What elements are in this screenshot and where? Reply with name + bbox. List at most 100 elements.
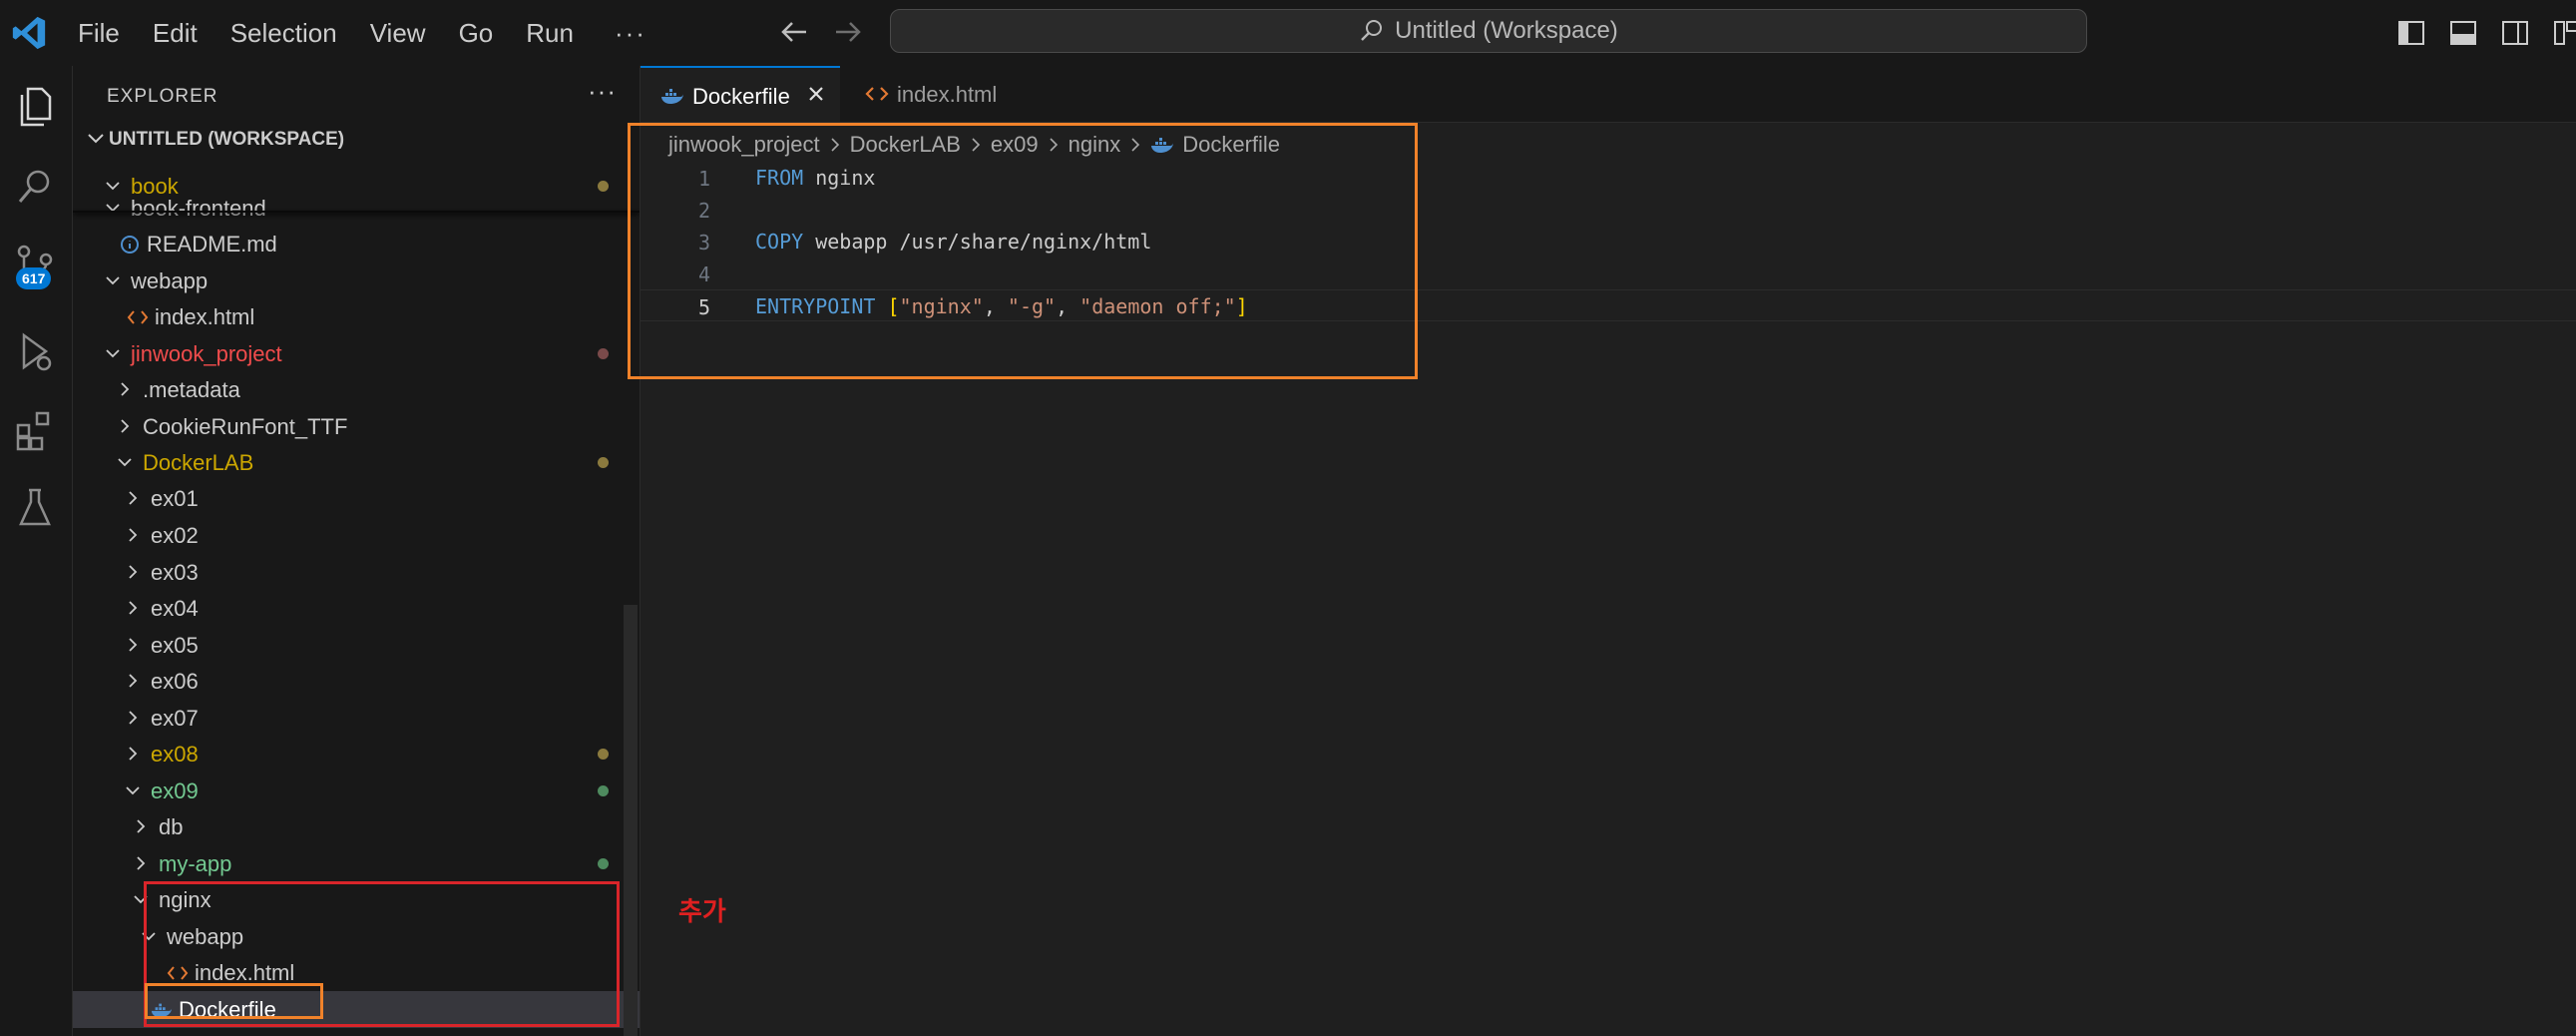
html-file-icon (167, 966, 189, 980)
editor-area: Dockerfile index.html jinwook_project Do… (641, 66, 2576, 1036)
breadcrumb-item[interactable]: Dockerfile (1182, 132, 1280, 158)
git-status-dot (598, 749, 609, 760)
extensions-icon[interactable] (10, 405, 60, 455)
menu-more-icon[interactable]: ··· (615, 18, 646, 49)
tree-folder[interactable]: webapp (73, 262, 640, 299)
menu-edit[interactable]: Edit (153, 18, 198, 49)
tree-label: jinwook_project (131, 341, 282, 366)
code-arg: webapp /usr/share/nginx/html (803, 230, 1152, 254)
explorer-files-icon[interactable] (10, 81, 60, 131)
tree-folder[interactable]: CookieRunFont_TTF (73, 408, 640, 445)
breadcrumb-item[interactable]: jinwook_project (668, 132, 820, 158)
tree-file[interactable]: index.html (73, 298, 640, 335)
close-icon[interactable] (804, 82, 828, 106)
chevron-right-icon (129, 747, 138, 761)
toggle-primary-sidebar-icon[interactable] (2396, 18, 2426, 48)
menu-view[interactable]: View (370, 18, 426, 49)
code-arg: nginx (803, 166, 876, 190)
tree-folder[interactable]: ex05 (73, 627, 640, 664)
sidebar-scrollbar[interactable] (624, 605, 638, 1036)
chevron-right-icon (129, 638, 138, 652)
docker-icon (151, 1003, 173, 1018)
tree-folder[interactable]: book-frontend (73, 190, 640, 227)
tree-file[interactable]: README.md (73, 226, 640, 262)
chevron-right-icon (972, 138, 981, 152)
breadcrumb-item[interactable]: nginx (1069, 132, 1121, 158)
tree-folder[interactable]: ex06 (73, 663, 640, 700)
tree-file[interactable]: index.html (73, 954, 640, 991)
tree-file[interactable]: Dockerfile (73, 991, 640, 1028)
tree-folder[interactable]: .metadata (73, 371, 640, 408)
info-icon (121, 236, 139, 254)
breadcrumb-item[interactable]: DockerLAB (850, 132, 961, 158)
menu-file[interactable]: File (78, 18, 120, 49)
tree-folder[interactable]: nginx (73, 881, 640, 918)
tree-label: ex06 (151, 669, 199, 694)
customize-layout-icon[interactable] (2552, 18, 2576, 48)
keyword: ENTRYPOINT (755, 294, 876, 318)
line-number: 5 (697, 295, 710, 319)
chevron-down-icon (106, 349, 120, 358)
tree-label: ex03 (151, 560, 199, 585)
tree-folder[interactable]: ex02 (73, 517, 640, 554)
annotation-label: 추가 (678, 896, 726, 926)
tree-folder[interactable]: ex03 (73, 554, 640, 591)
tree-label: DockerLAB (143, 450, 254, 475)
testing-flask-icon[interactable] (10, 482, 60, 532)
breadcrumb-item[interactable]: ex09 (991, 132, 1039, 158)
menu-run[interactable]: Run (526, 18, 574, 49)
tree-label: my-app (159, 851, 232, 876)
toggle-panel-icon[interactable] (2448, 18, 2478, 48)
tree-folder[interactable]: ex08 (73, 736, 640, 773)
keyword: FROM (755, 166, 804, 190)
explorer-more-actions-icon[interactable]: ··· (588, 76, 617, 107)
tree-folder[interactable]: db (73, 808, 640, 845)
menu-bar: File Edit Selection View Go Run ··· (78, 0, 646, 66)
tree-folder[interactable]: jinwook_project (73, 335, 640, 372)
tree-folder[interactable]: ex01 (73, 480, 640, 517)
command-center-search[interactable]: Untitled (Workspace) (890, 9, 2087, 53)
search-icon (1361, 20, 1383, 41)
workspace-section-header[interactable]: UNTITLED (WORKSPACE) (73, 124, 640, 156)
tab-dockerfile[interactable]: Dockerfile (641, 66, 840, 122)
menu-go[interactable]: Go (459, 18, 494, 49)
tab-index-html[interactable]: index.html (841, 66, 1041, 122)
code-line-current[interactable]: 5 ENTRYPOINT ["nginx", "-g", "daemon off… (641, 289, 2576, 321)
run-and-debug-icon[interactable] (10, 327, 60, 377)
tree-folder[interactable]: DockerLAB (73, 444, 640, 481)
toggle-secondary-sidebar-icon[interactable] (2500, 18, 2530, 48)
code-text: ENTRYPOINT ["nginx", "-g", "daemon off;"… (755, 294, 1248, 318)
vscode-logo-icon (12, 16, 46, 50)
chevron-down-icon (106, 276, 120, 285)
tree-label: .metadata (143, 377, 240, 402)
tree-folder[interactable]: my-app (73, 845, 640, 882)
code-line[interactable]: 1 FROM nginx (641, 162, 2576, 194)
git-status-dot (598, 858, 609, 869)
chevron-down-icon (118, 458, 132, 467)
tab-label: index.html (897, 82, 998, 107)
breadcrumb: jinwook_project DockerLAB ex09 nginx Doc… (668, 130, 1280, 160)
tree-folder[interactable]: ex04 (73, 590, 640, 627)
line-number: 4 (697, 262, 710, 286)
code-line[interactable]: 2 (641, 194, 2576, 226)
menu-selection[interactable]: Selection (230, 18, 337, 49)
back-arrow-icon[interactable] (776, 14, 812, 50)
tree-folder[interactable]: webapp (73, 918, 640, 955)
sticky-scroll-shadow (73, 211, 640, 213)
search-icon[interactable] (10, 162, 60, 212)
code-text: FROM nginx (755, 166, 875, 190)
forward-arrow-icon[interactable] (830, 14, 866, 50)
code-text: COPY webapp /usr/share/nginx/html (755, 230, 1151, 254)
git-status-dot (598, 785, 609, 796)
code-line[interactable]: 4 (641, 258, 2576, 289)
tree-folder[interactable]: ex07 (73, 700, 640, 737)
string-literal: "daemon off;" (1079, 294, 1236, 318)
line-number: 3 (697, 231, 710, 255)
git-status-dot (598, 457, 609, 468)
keyword: COPY (755, 230, 804, 254)
docker-icon (661, 89, 683, 104)
chevron-right-icon (129, 528, 138, 542)
code-line[interactable]: 3 COPY webapp /usr/share/nginx/html (641, 226, 2576, 258)
tree-label: book-frontend (131, 196, 266, 221)
tree-folder[interactable]: ex09 (73, 773, 640, 809)
